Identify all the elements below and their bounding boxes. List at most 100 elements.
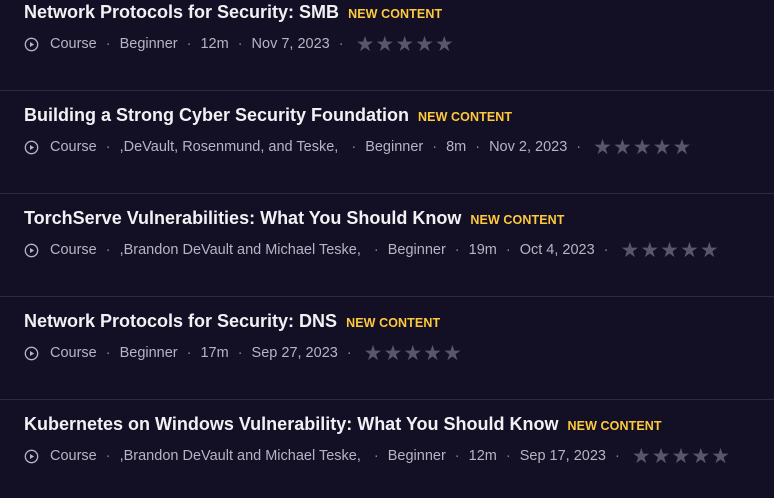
course-date: Sep 27, 2023 — [251, 345, 338, 361]
course-type: Course — [50, 242, 97, 258]
star-icon: ★ — [612, 135, 632, 159]
course-date: Nov 7, 2023 — [251, 36, 330, 52]
meta-separator: · — [614, 448, 620, 464]
meta-separator: · — [105, 36, 111, 52]
meta-separator: · — [105, 448, 111, 464]
meta-separator: · — [105, 242, 111, 258]
play-circle-icon — [24, 243, 39, 257]
star-icon: ★ — [383, 341, 403, 365]
meta-separator: · — [351, 139, 357, 155]
star-icon: ★ — [363, 341, 383, 365]
meta-separator: · — [454, 242, 460, 258]
meta-separator: · — [603, 242, 609, 258]
course-type: Course — [50, 36, 97, 52]
course-date: Sep 17, 2023 — [519, 448, 606, 464]
course-title[interactable]: Network Protocols for Security: SMB — [24, 2, 339, 23]
course-list: Network Protocols for Security: SMB NEW … — [0, 0, 774, 498]
meta-separator: · — [105, 345, 111, 361]
course-level: Beginner — [119, 345, 178, 361]
new-content-badge: NEW CONTENT — [418, 110, 513, 124]
course-level: Beginner — [119, 36, 178, 52]
meta-separator: · — [505, 448, 511, 464]
star-icon: ★ — [671, 444, 691, 468]
course-title[interactable]: Building a Strong Cyber Security Foundat… — [24, 105, 409, 126]
star-icon: ★ — [632, 135, 652, 159]
course-type: Course — [50, 448, 97, 464]
star-icon: ★ — [434, 32, 454, 56]
star-icon: ★ — [620, 238, 640, 262]
course-authors[interactable]: ,Brandon DeVault and Michael Teske, — [120, 242, 361, 258]
meta-separator: · — [373, 242, 379, 258]
course-title[interactable]: Network Protocols for Security: DNS — [24, 311, 337, 332]
course-title[interactable]: TorchServe Vulnerabilities: What You Sho… — [24, 208, 461, 229]
course-level: Beginner — [387, 448, 446, 464]
star-icon: ★ — [631, 444, 651, 468]
course-meta: Course · Beginner · 17m · Sep 27, 2023 ·… — [24, 341, 463, 365]
play-circle-icon — [24, 346, 39, 360]
meta-separator: · — [237, 36, 243, 52]
course-list-item: Network Protocols for Security: DNS NEW … — [0, 297, 774, 400]
rating-stars: ★ ★ ★ ★ ★ — [593, 135, 692, 159]
meta-separator: · — [576, 139, 582, 155]
meta-separator: · — [186, 345, 192, 361]
course-meta: Course · ,Brandon DeVault and Michael Te… — [24, 238, 720, 262]
meta-separator: · — [475, 139, 481, 155]
course-date: Nov 2, 2023 — [489, 139, 568, 155]
course-meta: Course · ,DeVault, Rosenmund, and Teske,… — [24, 135, 692, 159]
star-icon: ★ — [711, 444, 730, 468]
course-meta: Course · ,Brandon DeVault and Michael Te… — [24, 444, 731, 468]
course-duration: 12m — [200, 36, 229, 52]
play-circle-icon — [24, 449, 39, 463]
meta-separator: · — [186, 36, 192, 52]
rating-stars: ★ ★ ★ ★ ★ — [355, 32, 455, 56]
meta-separator: · — [237, 345, 243, 361]
star-icon: ★ — [423, 341, 442, 365]
star-icon: ★ — [442, 341, 462, 365]
star-icon: ★ — [403, 341, 423, 365]
rating-stars: ★ ★ ★ ★ ★ — [631, 444, 731, 468]
star-icon: ★ — [660, 238, 679, 262]
star-icon: ★ — [593, 135, 612, 159]
rating-stars: ★ ★ ★ ★ ★ — [363, 341, 463, 365]
course-duration: 12m — [468, 448, 497, 464]
star-icon: ★ — [640, 238, 660, 262]
star-icon: ★ — [680, 238, 699, 262]
new-content-badge: NEW CONTENT — [470, 213, 565, 227]
play-circle-icon — [24, 140, 39, 154]
meta-separator: · — [454, 448, 460, 464]
meta-separator: · — [432, 139, 438, 155]
new-content-badge: NEW CONTENT — [567, 419, 662, 433]
course-list-item: Network Protocols for Security: SMB NEW … — [0, 0, 774, 91]
course-type: Course — [50, 139, 97, 155]
course-authors[interactable]: ,Brandon DeVault and Michael Teske, — [120, 448, 361, 464]
course-meta: Course · Beginner · 12m · Nov 7, 2023 · … — [24, 32, 455, 56]
star-icon: ★ — [355, 32, 375, 56]
meta-separator: · — [346, 345, 352, 361]
course-authors[interactable]: ,DeVault, Rosenmund, and Teske, — [120, 139, 339, 155]
star-icon: ★ — [651, 444, 671, 468]
course-list-item: Kubernetes on Windows Vulnerability: Wha… — [0, 400, 774, 498]
new-content-badge: NEW CONTENT — [348, 7, 443, 21]
course-list-item: TorchServe Vulnerabilities: What You Sho… — [0, 194, 774, 297]
play-circle-icon — [24, 37, 39, 51]
course-title[interactable]: Kubernetes on Windows Vulnerability: Wha… — [24, 414, 559, 435]
star-icon: ★ — [699, 238, 719, 262]
course-type: Course — [50, 345, 97, 361]
meta-separator: · — [505, 242, 511, 258]
star-icon: ★ — [415, 32, 434, 56]
course-duration: 8m — [446, 139, 467, 155]
course-date: Oct 4, 2023 — [519, 242, 595, 258]
star-icon: ★ — [691, 444, 711, 468]
course-level: Beginner — [387, 242, 446, 258]
course-list-item: Building a Strong Cyber Security Foundat… — [0, 91, 774, 194]
meta-separator: · — [373, 448, 379, 464]
star-icon: ★ — [672, 135, 692, 159]
star-icon: ★ — [375, 32, 395, 56]
star-icon: ★ — [395, 32, 415, 56]
star-icon: ★ — [652, 135, 672, 159]
new-content-badge: NEW CONTENT — [346, 316, 441, 330]
meta-separator: · — [105, 139, 111, 155]
meta-separator: · — [338, 36, 344, 52]
rating-stars: ★ ★ ★ ★ ★ — [620, 238, 720, 262]
course-duration: 17m — [200, 345, 229, 361]
